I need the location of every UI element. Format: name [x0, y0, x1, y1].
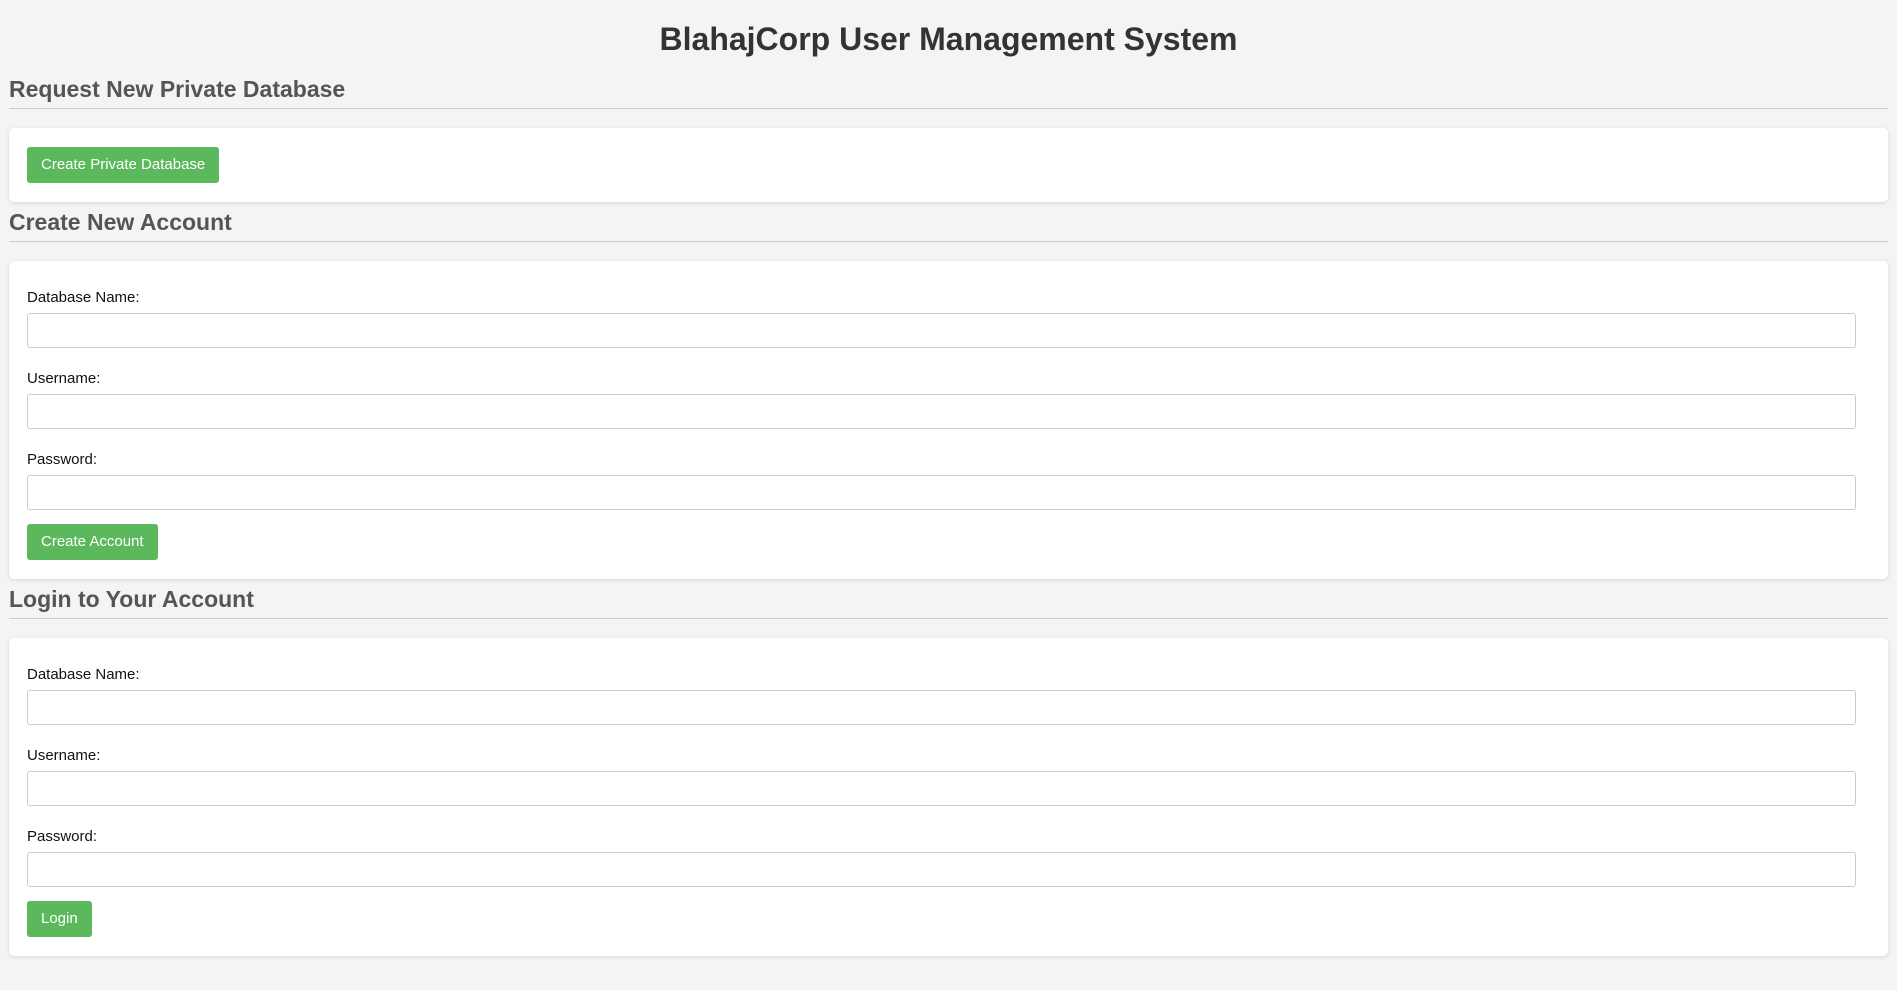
login-username-input[interactable] — [27, 771, 1856, 806]
login-heading: Login to Your Account — [9, 588, 1888, 619]
create-private-database-button[interactable]: Create Private Database — [27, 147, 220, 183]
create-password-label: Password: — [27, 451, 98, 468]
create-password-input[interactable] — [27, 475, 1856, 510]
create-account-card: Database Name: Username: Password: Creat… — [9, 261, 1888, 579]
login-database-name-label: Database Name: — [27, 666, 140, 683]
create-database-name-label: Database Name: — [27, 289, 140, 306]
create-account-section: Create New Account Database Name: Userna… — [9, 211, 1888, 579]
create-account-heading: Create New Account — [9, 211, 1888, 242]
login-password-label: Password: — [27, 828, 98, 845]
create-database-name-input[interactable] — [27, 313, 1856, 348]
request-database-card: Create Private Database — [9, 128, 1888, 202]
request-database-section: Request New Private Database Create Priv… — [9, 78, 1888, 202]
login-password-input[interactable] — [27, 852, 1856, 887]
request-database-heading: Request New Private Database — [9, 78, 1888, 109]
login-card: Database Name: Username: Password: Login — [9, 638, 1888, 956]
login-button[interactable]: Login — [27, 901, 92, 937]
create-account-button[interactable]: Create Account — [27, 524, 158, 560]
login-database-name-input[interactable] — [27, 690, 1856, 725]
page-container: BlahajCorp User Management System Reques… — [0, 0, 1897, 956]
page-title: BlahajCorp User Management System — [659, 21, 1238, 57]
create-username-input[interactable] — [27, 394, 1856, 429]
create-username-label: Username: — [27, 370, 101, 387]
login-section: Login to Your Account Database Name: Use… — [9, 588, 1888, 956]
login-username-label: Username: — [27, 747, 101, 764]
